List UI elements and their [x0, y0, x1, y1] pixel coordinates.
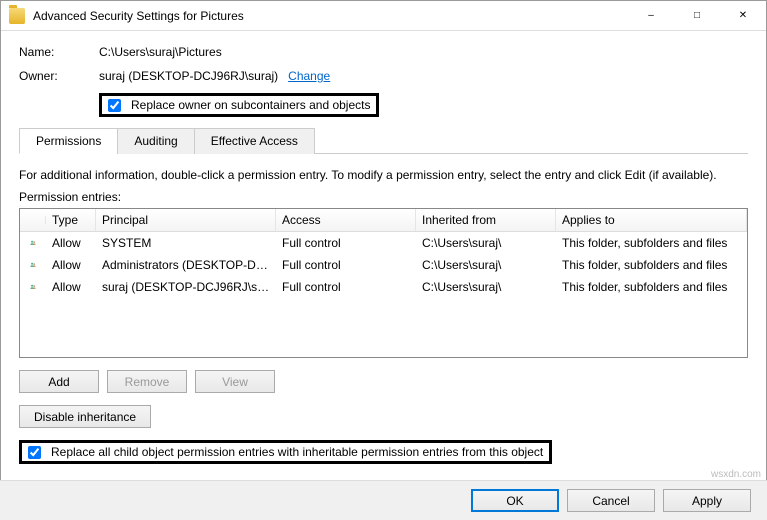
cell-applies: This folder, subfolders and files: [556, 235, 747, 251]
window-title: Advanced Security Settings for Pictures: [33, 9, 628, 23]
remove-button[interactable]: Remove: [107, 370, 187, 393]
tab-effective-access[interactable]: Effective Access: [194, 128, 315, 154]
cell-access: Full control: [276, 235, 416, 251]
apply-button[interactable]: Apply: [663, 489, 751, 512]
minimize-button[interactable]: –: [628, 1, 674, 31]
tab-auditing[interactable]: Auditing: [117, 128, 194, 154]
replace-owner-box[interactable]: Replace owner on subcontainers and objec…: [99, 93, 379, 117]
cell-type: Allow: [46, 235, 96, 251]
col-inherited[interactable]: Inherited from: [416, 209, 556, 231]
cell-access: Full control: [276, 257, 416, 273]
users-icon: [24, 234, 42, 252]
tab-permissions[interactable]: Permissions: [19, 128, 118, 154]
col-applies[interactable]: Applies to: [556, 209, 747, 231]
add-button[interactable]: Add: [19, 370, 99, 393]
replace-owner-checkbox[interactable]: [108, 99, 121, 112]
folder-icon: [9, 8, 25, 24]
cell-inherited: C:\Users\suraj\: [416, 235, 556, 251]
change-owner-link[interactable]: Change: [288, 69, 330, 83]
replace-child-box[interactable]: Replace all child object permission entr…: [19, 440, 552, 464]
table-row[interactable]: Allowsuraj (DESKTOP-DCJ96RJ\suraj)Full c…: [20, 276, 747, 298]
name-value: C:\Users\suraj\Pictures: [99, 45, 222, 59]
table-header: Type Principal Access Inherited from App…: [20, 209, 747, 232]
titlebar: Advanced Security Settings for Pictures …: [1, 1, 766, 31]
col-principal[interactable]: Principal: [96, 209, 276, 231]
cell-applies: This folder, subfolders and files: [556, 279, 747, 295]
users-icon: [24, 256, 42, 274]
cell-principal: suraj (DESKTOP-DCJ96RJ\suraj): [96, 279, 276, 295]
permission-entries-label: Permission entries:: [19, 190, 748, 204]
table-row[interactable]: AllowSYSTEMFull controlC:\Users\suraj\Th…: [20, 232, 747, 254]
table-row[interactable]: AllowAdministrators (DESKTOP-DC...Full c…: [20, 254, 747, 276]
cell-inherited: C:\Users\suraj\: [416, 279, 556, 295]
ok-button[interactable]: OK: [471, 489, 559, 512]
replace-owner-label: Replace owner on subcontainers and objec…: [131, 98, 370, 112]
cell-type: Allow: [46, 257, 96, 273]
cancel-button[interactable]: Cancel: [567, 489, 655, 512]
disable-inheritance-button[interactable]: Disable inheritance: [19, 405, 151, 428]
permission-table: Type Principal Access Inherited from App…: [19, 208, 748, 358]
close-button[interactable]: ✕: [720, 1, 766, 31]
maximize-button[interactable]: □: [674, 1, 720, 31]
col-type[interactable]: Type: [46, 209, 96, 231]
replace-child-checkbox[interactable]: [28, 446, 41, 459]
tab-bar: Permissions Auditing Effective Access: [19, 127, 748, 154]
footer: OK Cancel Apply: [0, 480, 767, 520]
cell-type: Allow: [46, 279, 96, 295]
col-access[interactable]: Access: [276, 209, 416, 231]
users-icon: [24, 278, 42, 296]
cell-access: Full control: [276, 279, 416, 295]
cell-applies: This folder, subfolders and files: [556, 257, 747, 273]
name-label: Name:: [19, 45, 99, 59]
watermark: wsxdn.com: [711, 469, 761, 480]
replace-child-label: Replace all child object permission entr…: [51, 445, 543, 459]
cell-principal: Administrators (DESKTOP-DC...: [96, 257, 276, 273]
cell-inherited: C:\Users\suraj\: [416, 257, 556, 273]
owner-label: Owner:: [19, 69, 99, 83]
view-button[interactable]: View: [195, 370, 275, 393]
info-text: For additional information, double-click…: [19, 168, 748, 182]
owner-value: suraj (DESKTOP-DCJ96RJ\suraj): [99, 69, 278, 83]
cell-principal: SYSTEM: [96, 235, 276, 251]
